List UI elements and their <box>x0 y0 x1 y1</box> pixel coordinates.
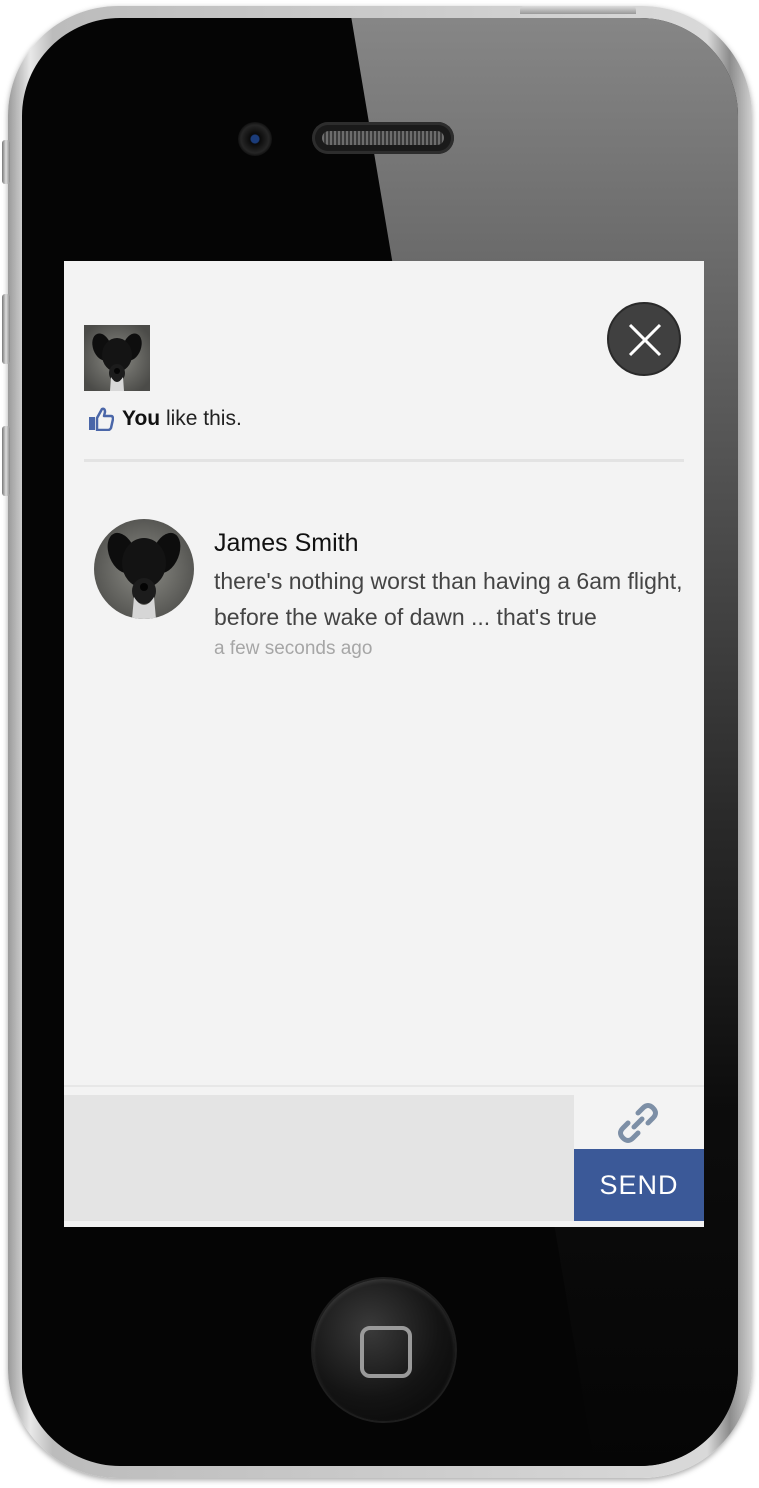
earpiece-speaker <box>312 122 454 154</box>
comment-avatar[interactable] <box>94 519 194 619</box>
front-camera <box>238 122 272 156</box>
home-button[interactable] <box>313 1279 455 1421</box>
link-icon <box>618 1103 658 1143</box>
composer-divider <box>64 1085 704 1087</box>
comment-input[interactable] <box>64 1095 574 1221</box>
liker-avatar[interactable] <box>84 325 150 391</box>
comments-screen: You like this. James Smith there's nothi… <box>64 261 704 1227</box>
volume-up-button[interactable] <box>2 294 10 364</box>
power-button[interactable] <box>520 6 636 14</box>
comment-author[interactable]: James Smith <box>214 529 358 558</box>
likes-rest-label: like this. <box>165 407 242 430</box>
comment-timestamp: a few seconds ago <box>214 638 373 659</box>
likes-divider <box>84 459 684 462</box>
home-square-icon <box>360 1326 412 1378</box>
attach-link-button[interactable] <box>614 1099 662 1147</box>
send-button[interactable]: SEND <box>574 1149 704 1221</box>
likes-summary: You like this. <box>88 407 242 431</box>
comment-text: there's nothing worst than having a 6am … <box>214 568 683 630</box>
likes-you-label[interactable]: You <box>122 407 160 430</box>
volume-down-button[interactable] <box>2 426 10 496</box>
thumbs-up-icon[interactable] <box>88 407 114 431</box>
close-button[interactable] <box>607 302 681 376</box>
close-icon <box>628 323 662 357</box>
mute-switch[interactable] <box>2 140 10 184</box>
